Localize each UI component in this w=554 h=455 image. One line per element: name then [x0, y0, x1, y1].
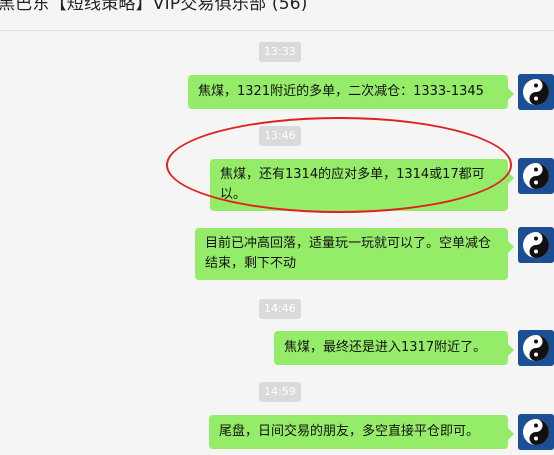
message-bubble[interactable]: 尾盘，日间交易的朋友，多空直接平仓即可。 [209, 415, 514, 449]
timestamp: 13:46 [259, 126, 301, 146]
yin-yang-avatar-icon[interactable] [518, 330, 554, 366]
message-bubble[interactable]: 焦煤，最终还是进入1317附近了。 [274, 331, 514, 365]
yin-yang-avatar-icon[interactable] [518, 74, 554, 110]
timestamp: 13:33 [259, 42, 301, 62]
message-bubble[interactable]: 焦煤，还有1314的应对多单，1314或17都可以。 [210, 159, 514, 211]
yin-yang-avatar-icon[interactable] [518, 227, 554, 263]
timestamp: 14:46 [259, 299, 301, 319]
yin-yang-avatar-icon[interactable] [518, 414, 554, 450]
message-bubble[interactable]: 焦煤，1321附近的多单，二次减仓：1333-1345 [188, 75, 514, 109]
timestamp: 14:59 [259, 382, 301, 402]
chat-title: 黑巴东【短线策略】VIP交易俱乐部 (56) [0, 0, 308, 14]
message-bubble[interactable]: 目前已冲高回落，适量玩一玩就可以了。空单减仓结束，剩下不动 [195, 228, 514, 280]
yin-yang-avatar-icon[interactable] [518, 158, 554, 194]
chat-title-bar: 黑巴东【短线策略】VIP交易俱乐部 (56) [0, 0, 554, 31]
